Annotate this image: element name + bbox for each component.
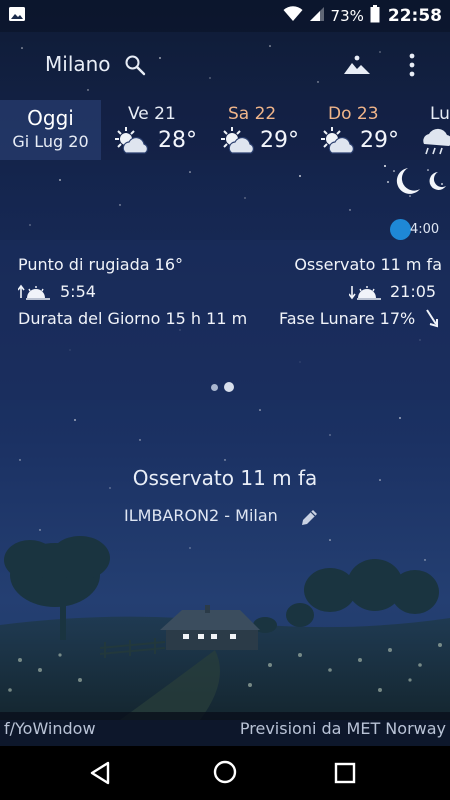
moon-phase: Fase Lunare 17%: [279, 309, 416, 328]
forecast-day-name: Lu: [430, 104, 450, 124]
battery-percent: 73%: [330, 7, 364, 25]
sunrise-icon: [17, 284, 52, 304]
forecast-strip: Oggi Gi Lug 20 Ve 21 28° Sa 22 29° Do 23…: [0, 100, 450, 160]
sun-cloud-icon: [318, 126, 360, 160]
station-name[interactable]: ILMBARON2 - Milan: [124, 506, 278, 525]
image-icon: [8, 6, 26, 26]
sun-cloud-icon: [112, 126, 154, 160]
sun-cloud-icon: [218, 126, 260, 160]
forecast-day-temp: 29°: [260, 128, 299, 153]
today-date: Gi Lug 20: [12, 132, 89, 151]
navigation-bar: [0, 746, 450, 800]
observed-time: Osservato 11 m fa: [294, 255, 442, 274]
forecast-day-today[interactable]: Oggi Gi Lug 20: [0, 100, 101, 160]
top-bar: Milano: [0, 40, 450, 90]
status-bar: 73% 22:58: [0, 0, 450, 32]
day-length: Durata del Giorno 15 h 11 m: [18, 309, 248, 328]
dew-point: Punto di rugiada 16°: [18, 255, 184, 274]
footer-bar: f/YoWindow Previsioni da MET Norway: [0, 712, 450, 746]
home-icon[interactable]: [212, 759, 238, 789]
forecast-day-name: Do 23: [328, 104, 379, 124]
forecast-day[interactable]: Lu: [412, 100, 450, 160]
recent-apps-icon[interactable]: [334, 762, 356, 788]
menu-icon[interactable]: [408, 52, 416, 82]
sunset-time: 21:05: [390, 282, 437, 301]
moon-phase-arrow-icon: [424, 308, 440, 332]
signal-icon: [309, 6, 325, 26]
page-dot-active: [224, 382, 234, 392]
forecast-source-link[interactable]: Previsioni da MET Norway: [240, 719, 446, 738]
page-dot: [211, 383, 218, 391]
forecast-day-name: Sa 22: [228, 104, 277, 124]
sunrise-time: 5:54: [60, 282, 96, 301]
forecast-day-name: Ve 21: [128, 104, 176, 124]
sun-time: 4:00: [410, 222, 440, 237]
landscape-illustration: [0, 536, 450, 720]
forecast-day[interactable]: Sa 22 29°: [212, 100, 312, 160]
yowindow-link[interactable]: f/YoWindow: [4, 719, 96, 738]
city-name[interactable]: Milano: [45, 52, 111, 76]
edit-icon[interactable]: [300, 507, 320, 531]
battery-icon: [370, 5, 380, 27]
forecast-day[interactable]: Ve 21 28°: [112, 100, 212, 160]
sun-position-indicator[interactable]: [390, 219, 411, 240]
forecast-day[interactable]: Do 23 29°: [312, 100, 412, 160]
today-label: Oggi: [27, 106, 74, 130]
search-icon[interactable]: [124, 54, 146, 80]
status-clock: 22:58: [387, 6, 442, 26]
forecast-day-temp: 28°: [158, 128, 197, 153]
forecast-day-temp: 29°: [360, 128, 399, 153]
sunset-icon: [348, 284, 383, 304]
landscape-icon[interactable]: [343, 54, 371, 80]
back-icon[interactable]: [88, 760, 112, 790]
moon-icon: [380, 162, 450, 206]
wifi-icon: [283, 6, 303, 26]
page-indicator[interactable]: [211, 382, 234, 392]
rain-cloud-icon: [418, 126, 450, 160]
observed-label: Osservato 11 m fa: [132, 466, 318, 490]
details-panel: Punto di rugiada 16° Osservato 11 m fa 5…: [0, 240, 450, 400]
